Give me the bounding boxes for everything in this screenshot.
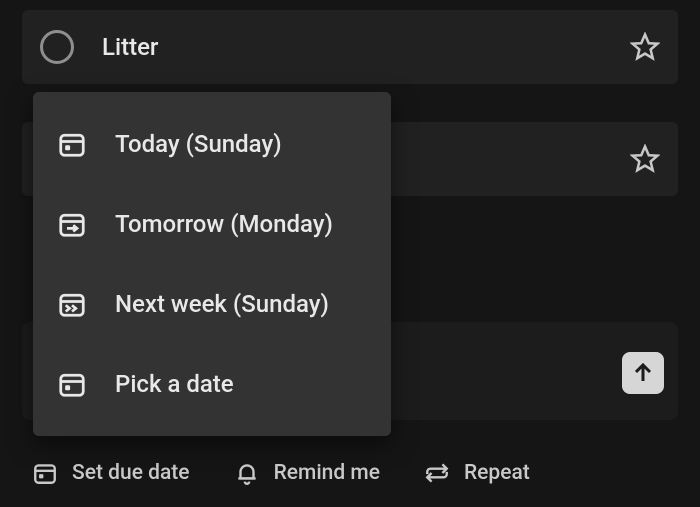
popup-item-label: Today (Sunday) (115, 130, 282, 158)
popup-item-pickdate[interactable]: Pick a date (33, 344, 391, 424)
due-date-popup: Today (Sunday) Tomorrow (Monday) Next we… (33, 92, 391, 436)
task-row[interactable]: Litter (22, 10, 678, 84)
star-icon[interactable] (630, 144, 660, 174)
submit-button[interactable] (622, 352, 664, 394)
popup-item-label: Tomorrow (Monday) (115, 210, 333, 238)
task-title: Litter (102, 33, 158, 61)
bell-icon (234, 460, 260, 486)
repeat-button[interactable]: Repeat (424, 460, 530, 486)
bottom-actions: Set due date Remind me Repeat (0, 439, 700, 507)
repeat-label: Repeat (464, 461, 530, 485)
repeat-icon (424, 460, 450, 486)
remind-me-label: Remind me (274, 461, 380, 485)
star-icon[interactable] (630, 32, 660, 62)
calendar-pick-icon (57, 369, 87, 399)
calendar-tomorrow-icon (57, 209, 87, 239)
task-complete-circle[interactable] (40, 30, 74, 64)
calendar-icon (32, 460, 58, 486)
set-due-date-label: Set due date (72, 461, 190, 485)
popup-item-label: Next week (Sunday) (115, 290, 329, 318)
set-due-date-button[interactable]: Set due date (32, 460, 190, 486)
popup-item-label: Pick a date (115, 370, 234, 398)
popup-item-tomorrow[interactable]: Tomorrow (Monday) (33, 184, 391, 264)
calendar-nextweek-icon (57, 289, 87, 319)
popup-item-today[interactable]: Today (Sunday) (33, 104, 391, 184)
popup-item-nextweek[interactable]: Next week (Sunday) (33, 264, 391, 344)
calendar-today-icon (57, 129, 87, 159)
arrow-up-icon (631, 361, 655, 385)
remind-me-button[interactable]: Remind me (234, 460, 380, 486)
